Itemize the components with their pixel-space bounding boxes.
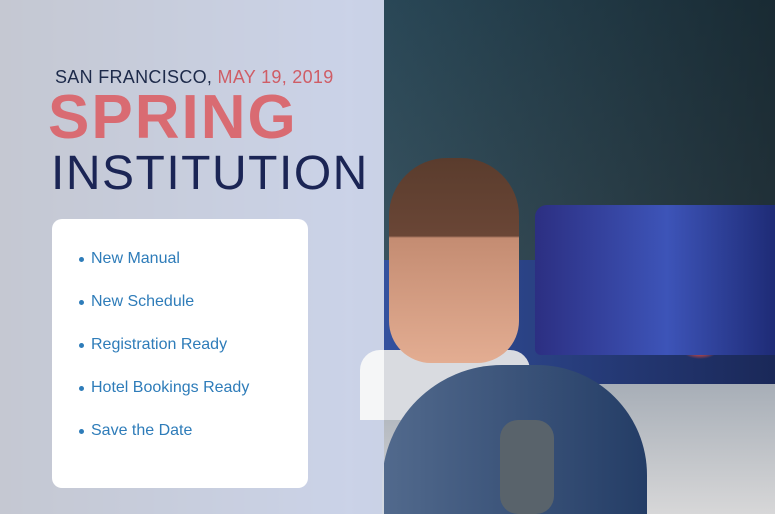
feature-label: New Manual — [91, 250, 180, 267]
feature-hotel-bookings-ready[interactable]: Hotel Bookings Ready — [79, 379, 249, 397]
features-card: New Manual New Schedule Registration Rea… — [52, 219, 308, 488]
feature-new-schedule[interactable]: New Schedule — [79, 293, 194, 311]
feature-new-manual[interactable]: New Manual — [79, 250, 180, 268]
bullet-icon — [79, 385, 84, 391]
event-banner: SAN FRANCISCO, MAY 19, 2019 SPRING INSTI… — [0, 0, 775, 514]
bullet-icon — [79, 256, 84, 262]
backpack-strap — [500, 420, 554, 514]
feature-label: Registration Ready — [91, 336, 228, 353]
event-title-spring: SPRING — [48, 83, 298, 152]
feature-save-the-date[interactable]: Save the Date — [79, 422, 192, 440]
background-bus — [535, 205, 775, 355]
feature-label: New Schedule — [91, 293, 195, 310]
bullet-icon — [79, 299, 84, 305]
event-title-institution: INSTITUTION — [51, 147, 369, 200]
bullet-icon — [79, 342, 84, 348]
person-head — [389, 158, 519, 363]
feature-label: Hotel Bookings Ready — [91, 379, 250, 396]
feature-registration-ready[interactable]: Registration Ready — [79, 336, 227, 354]
bullet-icon — [79, 428, 84, 434]
feature-label: Save the Date — [91, 422, 193, 439]
